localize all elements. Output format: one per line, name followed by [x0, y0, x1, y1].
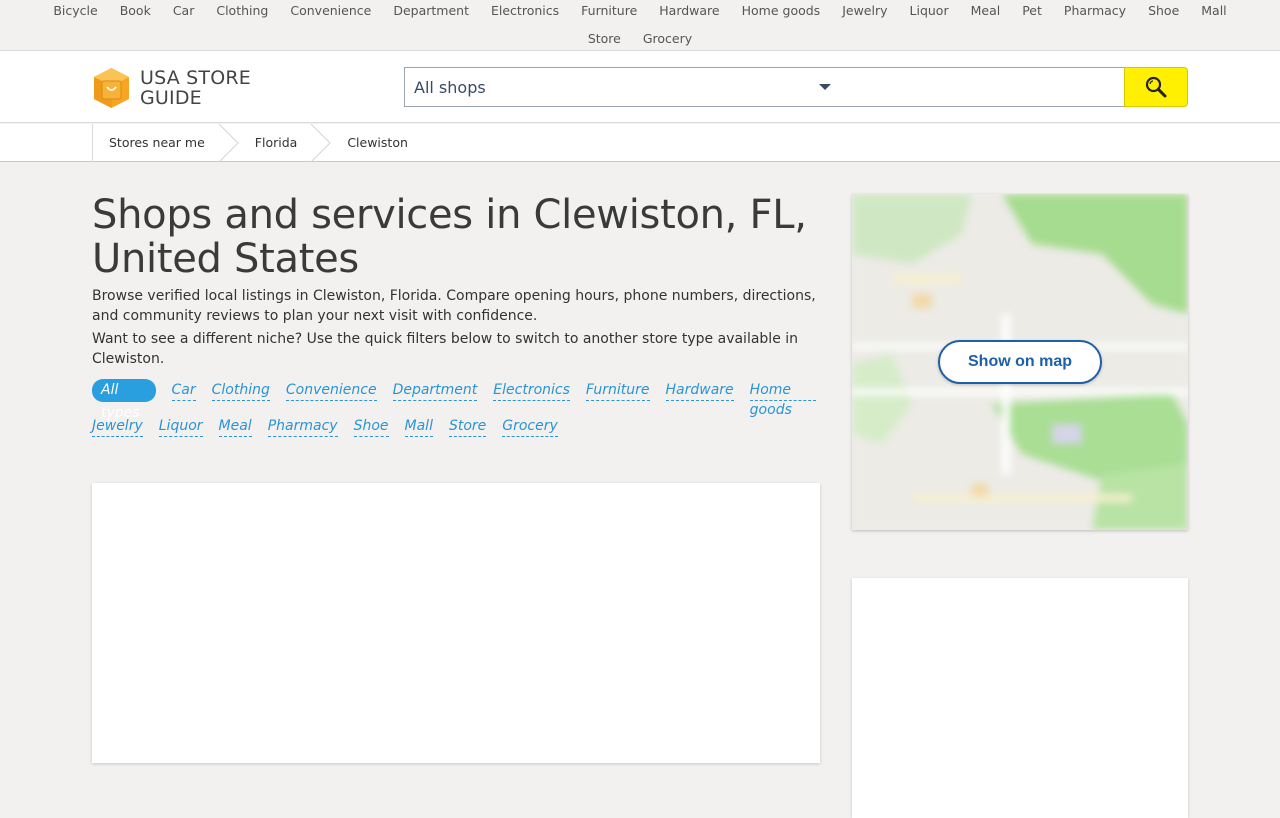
breadcrumb-bar: Stores near me Florida Clewiston	[0, 124, 1280, 162]
filter-shoe[interactable]: Shoe	[353, 416, 389, 437]
category-link-hardware[interactable]: Hardware	[648, 3, 730, 19]
intro-paragraph-1: Browse verified local listings in Clewis…	[92, 288, 816, 324]
search-button[interactable]	[1124, 67, 1188, 107]
category-link-pet[interactable]: Pet	[1011, 3, 1053, 19]
filter-store[interactable]: Store	[448, 416, 487, 437]
breadcrumb-separator-icon	[311, 124, 332, 162]
category-link-book[interactable]: Book	[109, 3, 162, 19]
filter-electronics[interactable]: Electronics	[493, 380, 570, 401]
breadcrumb-item-clewiston[interactable]: Clewiston	[331, 124, 422, 162]
category-nav: Bicycle Book Car Clothing Convenience De…	[0, 0, 1280, 51]
category-link-meal[interactable]: Meal	[960, 3, 1012, 19]
site-logo[interactable]: USA STORE GUIDE	[92, 66, 272, 110]
breadcrumb-item-florida[interactable]: Florida	[239, 124, 312, 162]
category-link-liquor[interactable]: Liquor	[899, 3, 960, 19]
breadcrumb-item-stores-near-me[interactable]: Stores near me	[93, 124, 219, 162]
shop-type-select-value: All shops	[414, 77, 486, 97]
logo-line-2: GUIDE	[140, 87, 202, 109]
category-link-mall[interactable]: Mall	[1190, 3, 1237, 19]
type-filters-row-1: All types Car Clothing Convenience Depar…	[92, 379, 832, 421]
category-nav-row-2: Store Grocery	[0, 31, 1280, 47]
category-link-shoe[interactable]: Shoe	[1137, 3, 1190, 19]
category-link-grocery[interactable]: Grocery	[632, 31, 703, 47]
category-link-clothing[interactable]: Clothing	[205, 3, 279, 19]
filter-home-goods[interactable]: Home goods	[749, 380, 816, 418]
filter-all-types[interactable]: All types	[92, 379, 156, 421]
logo-line-1: USA STORE	[140, 67, 251, 89]
shop-type-select[interactable]: All shops	[404, 67, 840, 107]
category-link-department[interactable]: Department	[382, 3, 480, 19]
shopping-bag-icon	[94, 68, 129, 108]
filter-department[interactable]: Department	[392, 380, 478, 401]
category-link-jewelry[interactable]: Jewelry	[831, 3, 898, 19]
filter-jewelry[interactable]: Jewelry	[92, 416, 143, 437]
category-link-store[interactable]: Store	[577, 31, 632, 47]
category-link-furniture[interactable]: Furniture	[570, 3, 648, 19]
category-link-car[interactable]: Car	[162, 3, 206, 19]
filter-hardware[interactable]: Hardware	[665, 380, 734, 401]
filter-clothing[interactable]: Clothing	[211, 380, 270, 401]
filter-convenience[interactable]: Convenience	[285, 380, 377, 401]
category-link-convenience[interactable]: Convenience	[279, 3, 382, 19]
category-link-electronics[interactable]: Electronics	[480, 3, 570, 19]
filter-furniture[interactable]: Furniture	[585, 380, 650, 401]
show-on-map-button[interactable]: Show on map	[938, 340, 1102, 384]
type-filters-row-2: Jewelry Liquor Meal Pharmacy Shoe Mall S…	[92, 416, 832, 437]
ad-placeholder-sidebar	[852, 578, 1188, 818]
breadcrumb: Stores near me Florida Clewiston	[92, 124, 422, 162]
filter-grocery[interactable]: Grocery	[502, 416, 558, 437]
filter-pharmacy[interactable]: Pharmacy	[267, 416, 338, 437]
filter-liquor[interactable]: Liquor	[158, 416, 203, 437]
category-nav-row-1: Bicycle Book Car Clothing Convenience De…	[0, 3, 1280, 19]
logo-text: USA STORE GUIDE	[140, 68, 251, 108]
filter-car[interactable]: Car	[171, 380, 196, 401]
ad-placeholder-main	[92, 483, 820, 763]
filter-mall[interactable]: Mall	[404, 416, 433, 437]
search-input[interactable]	[839, 67, 1125, 107]
map-preview[interactable]: Show on map	[852, 194, 1188, 530]
category-link-bicycle[interactable]: Bicycle	[42, 3, 108, 19]
chevron-down-icon	[819, 84, 831, 90]
breadcrumb-separator-icon	[218, 124, 239, 162]
category-link-pharmacy[interactable]: Pharmacy	[1053, 3, 1137, 19]
filter-meal[interactable]: Meal	[218, 416, 252, 437]
intro-paragraph-2: Want to see a different niche? Use the q…	[92, 331, 799, 367]
site-header: USA STORE GUIDE All shops	[0, 51, 1280, 123]
page-title: Shops and services in Clewiston, FL, Uni…	[92, 192, 807, 282]
search-icon	[1145, 76, 1167, 98]
category-link-home-goods[interactable]: Home goods	[731, 3, 832, 19]
